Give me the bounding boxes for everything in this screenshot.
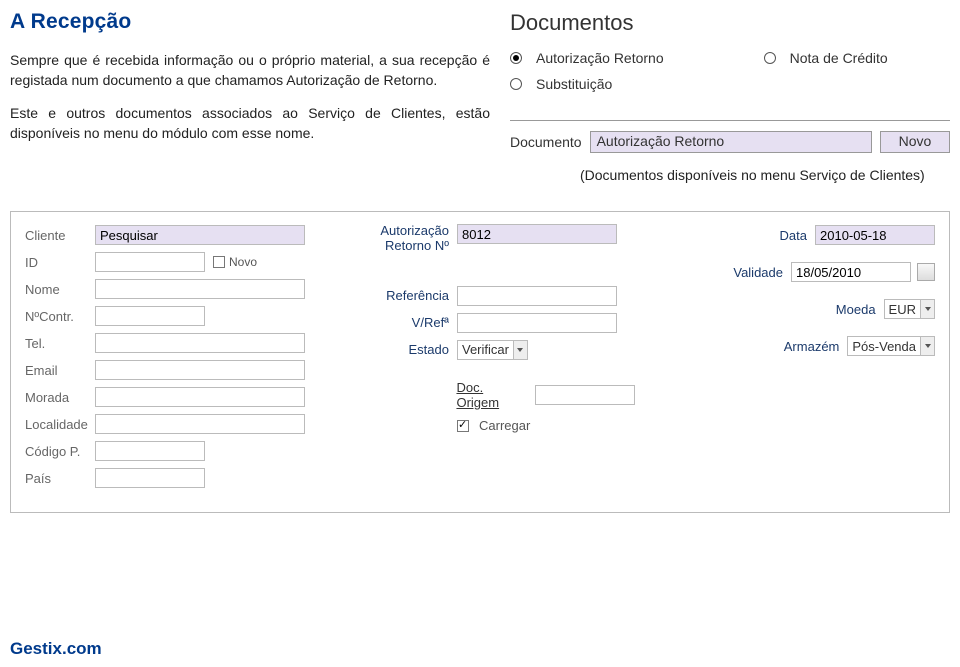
documento-select[interactable]: Autorização Retorno [590,131,872,153]
novo-status-box[interactable]: Novo [880,131,950,153]
id-label: ID [25,255,95,270]
intro-paragraph-1: Sempre que é recebida informação ou o pr… [10,50,490,91]
radio-nota-credito[interactable]: Nota de Crédito [764,50,888,66]
email-input[interactable] [95,360,305,380]
moeda-select[interactable]: EUR [884,299,935,319]
tel-input[interactable] [95,333,305,353]
referencia-label: Referência [365,288,457,303]
armazem-value: Pós-Venda [848,339,920,354]
validade-label: Validade [721,265,791,280]
novo-checkbox-wrap[interactable]: Novo [213,255,257,269]
autorizacao-retorno-input[interactable] [457,224,617,244]
data-input[interactable] [815,225,935,245]
moeda-label: Moeda [814,302,884,317]
radio-dot-icon [764,52,776,64]
localidade-label: Localidade [25,417,95,432]
validade-input[interactable] [791,262,911,282]
estado-label: Estado [365,342,457,357]
doc-origem-link[interactable]: Doc. Origem [456,380,529,410]
radio-label: Substituição [536,76,612,92]
nome-input[interactable] [95,279,305,299]
codigop-label: Código P. [25,444,95,459]
cliente-input[interactable] [95,225,305,245]
radio-label: Nota de Crédito [790,50,888,66]
localidade-input[interactable] [95,414,305,434]
radio-label: Autorização Retorno [536,50,664,66]
doc-origem-input[interactable] [535,385,635,405]
documento-label: Documento [510,134,582,150]
radio-autorizacao-retorno[interactable]: Autorização Retorno [510,50,664,66]
email-label: Email [25,363,95,378]
chevron-down-icon [920,337,934,355]
documents-caption: (Documentos disponíveis no menu Serviço … [580,167,950,183]
radio-dot-icon [510,52,522,64]
pais-input[interactable] [95,468,205,488]
pais-label: País [25,471,95,486]
codigop-input[interactable] [95,441,205,461]
documents-separator [510,120,950,121]
chevron-down-icon [920,300,934,318]
morada-input[interactable] [95,387,305,407]
armazem-label: Armazém [777,339,847,354]
ncontr-input[interactable] [95,306,205,326]
tel-label: Tel. [25,336,95,351]
documents-heading: Documentos [510,10,950,36]
data-label: Data [745,228,815,243]
intro-paragraph-2: Este e outros documentos associados ao S… [10,103,490,144]
chevron-down-icon [513,341,527,359]
estado-select[interactable]: Verificar [457,340,528,360]
cliente-label: Cliente [25,228,95,243]
section-title: A Recepção [10,10,490,34]
referencia-input[interactable] [457,286,617,306]
id-input[interactable] [95,252,205,272]
ncontr-label: NºContr. [25,309,95,324]
novo-checkbox-label: Novo [229,255,257,269]
estado-value: Verificar [458,342,513,357]
morada-label: Morada [25,390,95,405]
checkbox-icon [213,256,225,268]
vref-label: V/Refª [365,315,457,330]
checkbox-icon[interactable] [457,420,469,432]
footer-brand: Gestix.com [10,639,102,659]
form-panel: Cliente ID Novo Nome NºContr. Tel. [10,211,950,513]
radio-substituicao[interactable]: Substituição [510,76,664,92]
calendar-icon[interactable] [917,263,935,281]
autorizacao-retorno-label: Autorização Retorno Nº [365,224,457,254]
radio-dot-icon [510,78,522,90]
vref-input[interactable] [457,313,617,333]
moeda-value: EUR [885,302,920,317]
armazem-select[interactable]: Pós-Venda [847,336,935,356]
nome-label: Nome [25,282,95,297]
carregar-label: Carregar [479,418,530,433]
